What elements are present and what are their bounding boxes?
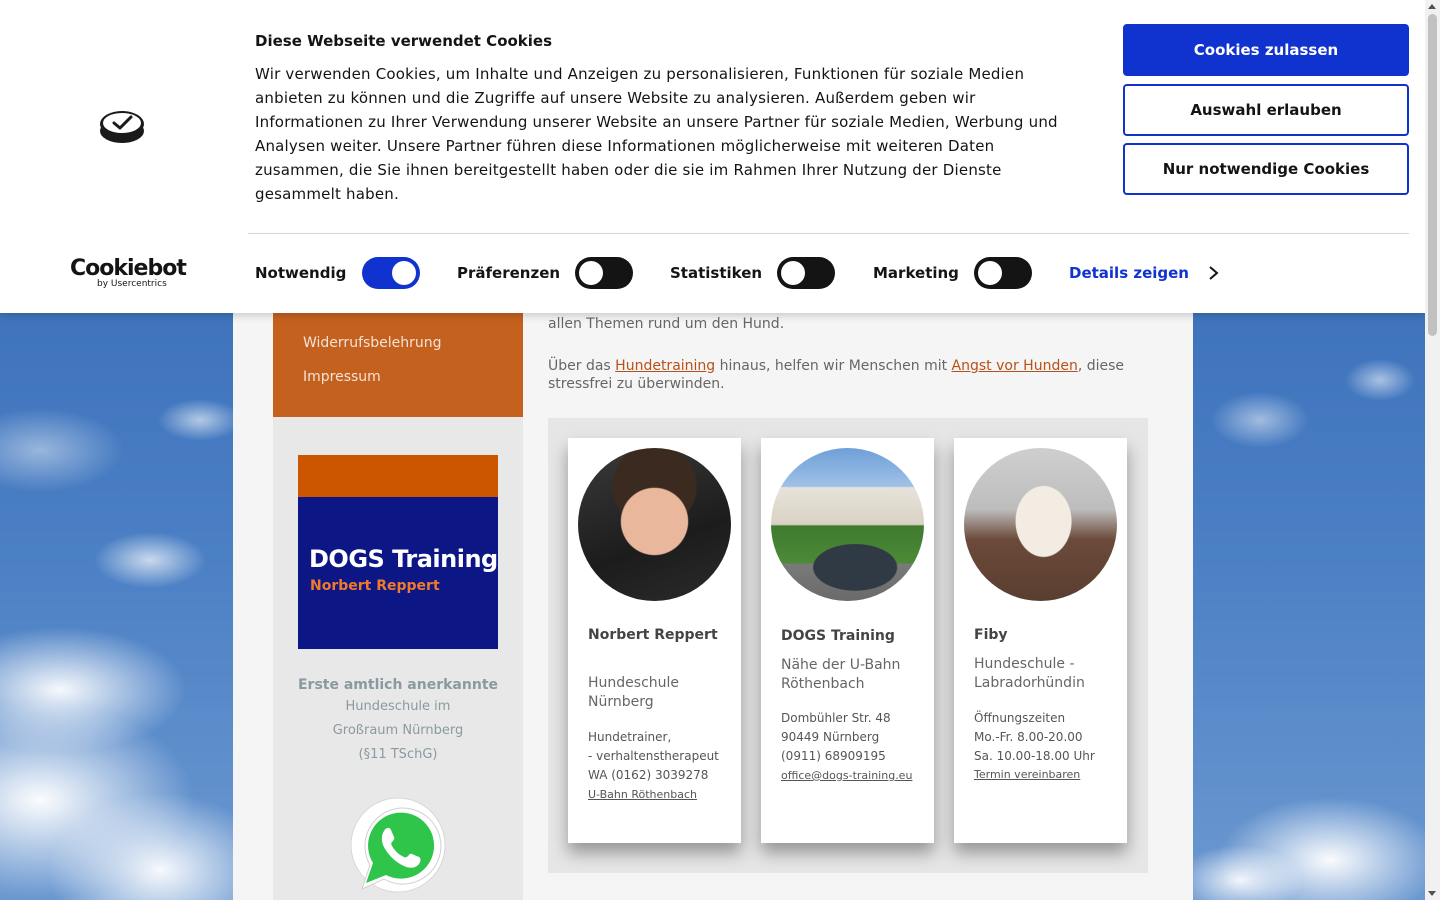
scroll-up-arrow-icon[interactable] bbox=[1428, 4, 1436, 9]
toggle-label-praeferenzen: Präferenzen bbox=[457, 264, 561, 282]
toggle-knob bbox=[579, 261, 603, 285]
whatsapp-icon[interactable] bbox=[348, 797, 448, 897]
claim-line-2: Hundeschule im bbox=[345, 699, 451, 714]
cookie-banner-divider bbox=[248, 233, 1409, 234]
card-dogs-training: DOGS Training Nähe der U-Bahn Röthenbach… bbox=[761, 438, 934, 843]
toggle-label-statistiken: Statistiken bbox=[670, 264, 763, 282]
page-scrollbar[interactable] bbox=[1425, 0, 1440, 900]
cookiebot-logo-subtext: by Usercentrics bbox=[97, 279, 167, 289]
logo-brand-text: DOGS Training bbox=[309, 545, 498, 573]
toggle-marketing[interactable] bbox=[974, 257, 1032, 289]
photo-dogs-training-building bbox=[771, 448, 924, 601]
claim-line-4: (§11 TSchG) bbox=[358, 747, 438, 762]
card-info-line: Dombühler Str. 48 bbox=[781, 711, 891, 725]
card-role: Hundeschule - Labradorhündin bbox=[974, 656, 1085, 691]
scrollbar-thumb[interactable] bbox=[1428, 14, 1437, 336]
nav-link-impressum[interactable]: Impressum bbox=[303, 369, 381, 385]
toggle-notwendig[interactable] bbox=[362, 257, 420, 289]
sidebar-nav: Widerrufsbelehrung Impressum bbox=[273, 313, 523, 417]
intro-tail-text: allen Themen rund um den Hund. bbox=[548, 316, 785, 332]
toggle-label-notwendig: Notwendig bbox=[255, 264, 347, 282]
card-info-line: - verhaltenstherapeut bbox=[588, 749, 719, 763]
cookiebot-logo: Cookiebot by Usercentrics bbox=[70, 256, 187, 290]
show-details-link[interactable]: Details zeigen bbox=[1069, 264, 1189, 282]
chevron-right-icon[interactable] bbox=[1206, 265, 1222, 281]
cookiebot-logo-text: Cookiebot bbox=[70, 256, 187, 281]
card-name: DOGS Training bbox=[781, 628, 895, 644]
claim-line-1: Erste amtlich anerkannte bbox=[297, 677, 499, 693]
dogs-training-logo[interactable]: DOGS Training Norbert Reppert bbox=[298, 455, 498, 649]
photo-fiby-labrador bbox=[964, 448, 1117, 601]
card-role: Nähe der U-Bahn Röthenbach bbox=[781, 657, 901, 692]
allow-all-cookies-button[interactable]: Cookies zulassen bbox=[1123, 24, 1409, 76]
logo-subtitle-text: Norbert Reppert bbox=[310, 578, 440, 594]
card-fiby: Fiby Hundeschule - Labradorhündin Öffnun… bbox=[954, 438, 1127, 843]
cookiebot-cookie-icon bbox=[100, 111, 144, 143]
card-name: Fiby bbox=[974, 627, 1008, 643]
cookie-banner-text: Wir verwenden Cookies, um Inhalte und An… bbox=[255, 65, 1058, 203]
card-link-email[interactable]: office@dogs-training.eu bbox=[781, 769, 912, 782]
link-angst-vor-hunden[interactable]: Angst vor Hunden bbox=[952, 358, 1078, 374]
card-name: Norbert Reppert bbox=[588, 627, 718, 643]
necessary-cookies-only-button[interactable]: Nur notwendige Cookies bbox=[1123, 143, 1409, 195]
card-info-line: WA (0162) 3039278 bbox=[588, 768, 709, 782]
logo-orange-bar bbox=[298, 455, 498, 497]
card-info-line: 90449 Nürnberg bbox=[781, 730, 880, 744]
toggle-knob bbox=[781, 261, 805, 285]
card-role: Hundeschule Nürnberg bbox=[588, 675, 680, 710]
toggle-praeferenzen[interactable] bbox=[575, 257, 633, 289]
toggle-statistiken[interactable] bbox=[777, 257, 835, 289]
link-hundetraining[interactable]: Hundetraining bbox=[615, 358, 715, 374]
toggle-knob bbox=[392, 261, 416, 285]
card-info-line: (0911) 68909195 bbox=[781, 749, 886, 763]
card-info-line: Öffnungszeiten bbox=[974, 711, 1066, 725]
claim-line-3: Großraum Nürnberg bbox=[332, 723, 464, 738]
toggle-label-marketing: Marketing bbox=[873, 264, 959, 282]
card-info-line: Sa. 10.00-18.00 Uhr bbox=[974, 749, 1095, 763]
card-info-line: Hundetrainer, bbox=[588, 730, 672, 744]
paragraph-part-2: hinaus, helfen wir Menschen mit bbox=[715, 358, 952, 374]
paragraph-part-1: Über das bbox=[548, 358, 616, 374]
cookie-banner-title: Diese Webseite verwendet Cookies bbox=[255, 32, 553, 50]
cookie-banner: Diese Webseite verwendet Cookies Wir ver… bbox=[0, 0, 1425, 313]
nav-link-widerrufsbelehrung[interactable]: Widerrufsbelehrung bbox=[303, 335, 442, 351]
allow-selection-button[interactable]: Auswahl erlauben bbox=[1123, 84, 1409, 136]
intro-paragraph: Über das Hundetraining hinaus, helfen wi… bbox=[548, 357, 1148, 393]
cards-section: Norbert Reppert Hundeschule Nürnberg Hun… bbox=[548, 418, 1148, 873]
card-link-u-bahn[interactable]: U-Bahn Röthenbach bbox=[588, 788, 697, 801]
photo-norbert-reppert bbox=[578, 448, 731, 601]
card-link-termin[interactable]: Termin vereinbaren bbox=[974, 768, 1080, 781]
page-container: Widerrufsbelehrung Impressum DOGS Traini… bbox=[233, 313, 1193, 900]
card-info-line: Mo.-Fr. 8.00-20.00 bbox=[974, 730, 1083, 744]
card-norbert-reppert: Norbert Reppert Hundeschule Nürnberg Hun… bbox=[568, 438, 741, 843]
sidebar-lower: DOGS Training Norbert Reppert Erste amtl… bbox=[273, 417, 523, 900]
toggle-knob bbox=[978, 261, 1002, 285]
scroll-down-arrow-icon[interactable] bbox=[1428, 891, 1436, 896]
